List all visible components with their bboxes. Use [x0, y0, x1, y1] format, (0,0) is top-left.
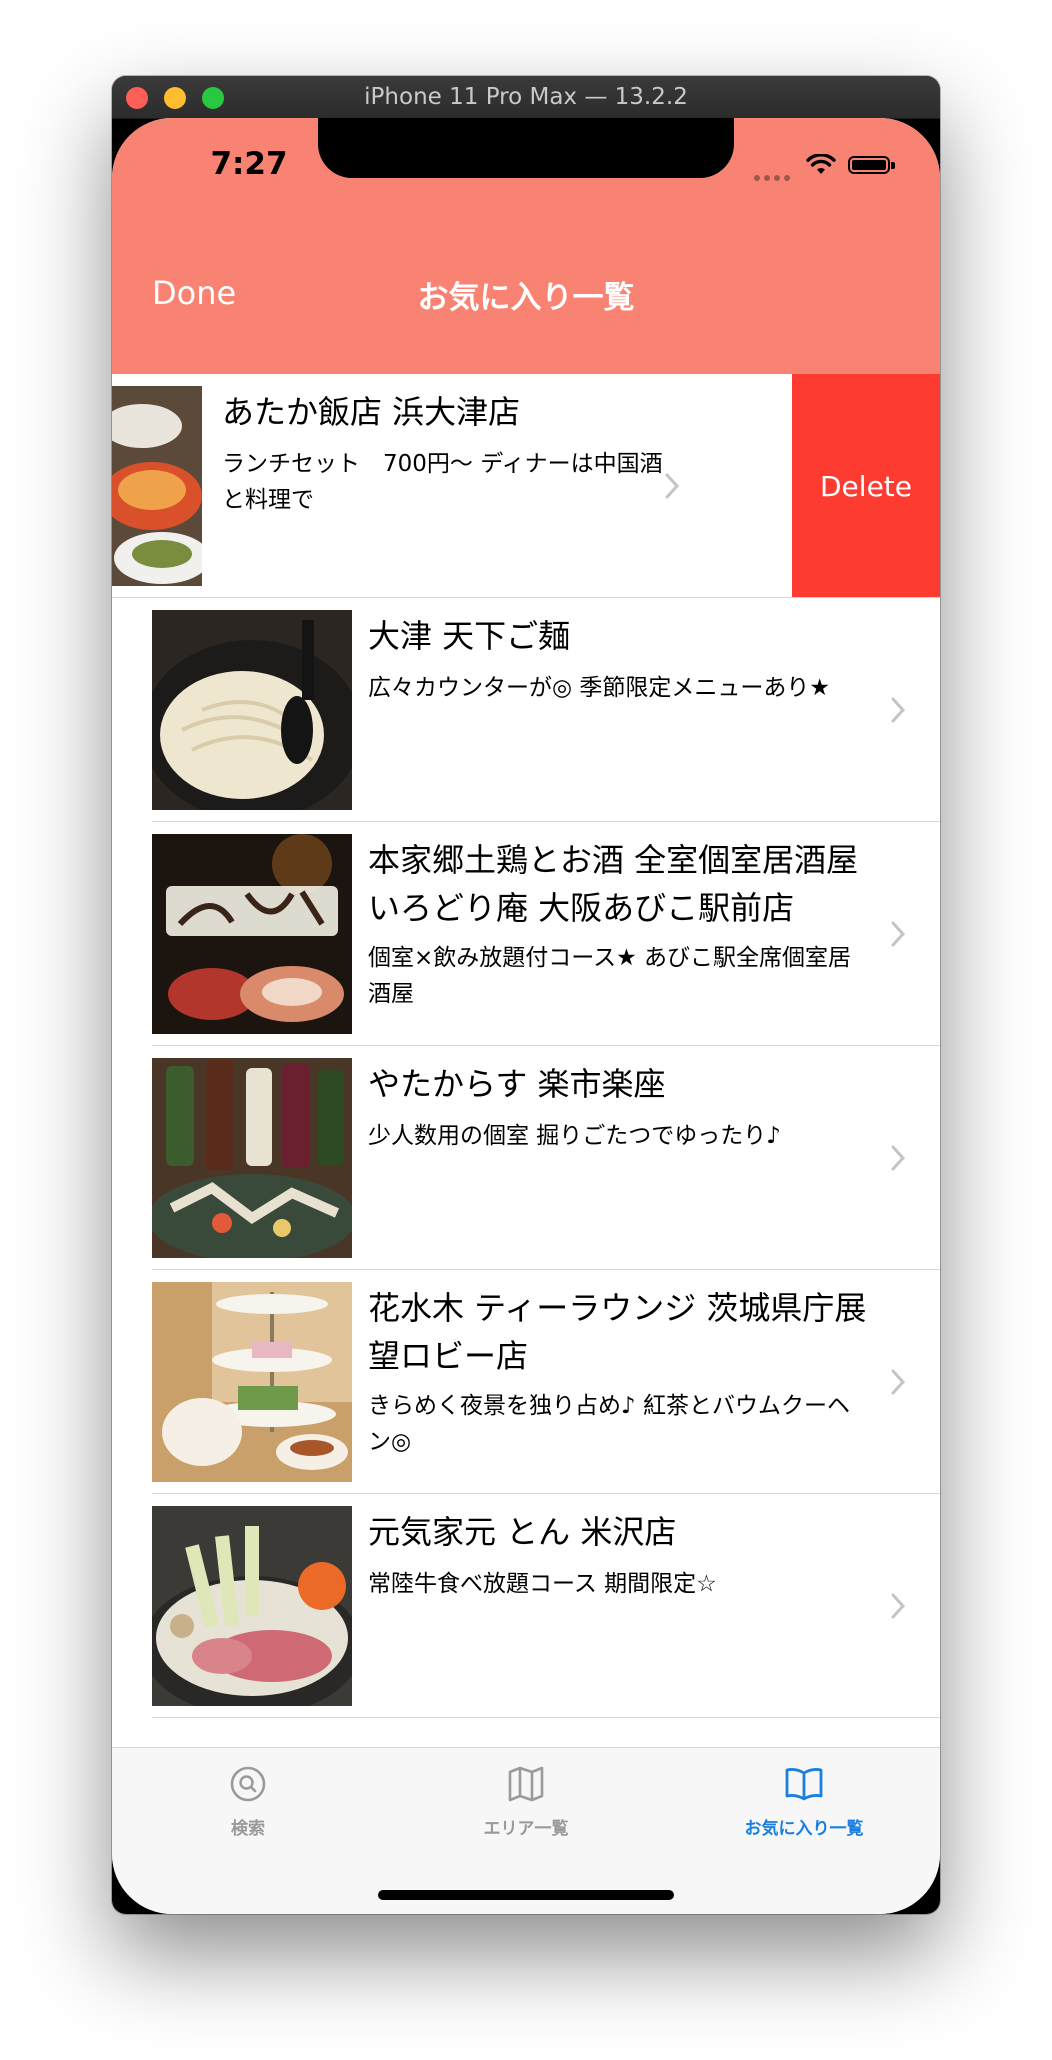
restaurant-description: 個室×飲み放題付コース★ あびこ駅全席個室居酒屋: [368, 945, 852, 1007]
chevron-right-icon: [891, 697, 906, 723]
page-title: お気に入り一覧: [417, 280, 635, 316]
list-item[interactable]: 花水木 ティーラウンジ 茨城県庁展望ロビー店 きらめく夜景を独り占め♪ 紅茶とバ…: [112, 1270, 940, 1494]
book-icon: [785, 1768, 823, 1801]
restaurant-thumbnail: [112, 386, 202, 586]
chevron-right-icon: [665, 473, 680, 499]
list-item[interactable]: 大津 天下ご麺 広々カウンターが◎ 季節限定メニューあり★: [112, 598, 940, 822]
tab-label: 検索: [231, 1819, 265, 1839]
status-time: 7:27: [210, 146, 288, 182]
list-item[interactable]: あたか飯店 浜大津店 ランチセット 700円〜 ディナーは中国酒と料理で Del…: [112, 374, 940, 598]
favorites-list: あたか飯店 浜大津店 ランチセット 700円〜 ディナーは中国酒と料理で Del…: [112, 374, 940, 1718]
restaurant-name: 元気家元 とん 米沢店: [368, 1513, 677, 1551]
restaurant-thumbnail: [152, 1282, 352, 1482]
tab-label: お気に入り一覧: [744, 1819, 864, 1839]
list-item[interactable]: 本家郷土鶏とお酒 全室個室居酒屋 いろどり庵 大阪あびこ駅前店 個室×飲み放題付…: [112, 822, 940, 1046]
restaurant-description: ランチセット 700円〜 ディナーは中国酒と料理で: [222, 451, 663, 513]
home-indicator[interactable]: [378, 1890, 674, 1900]
phone-screen: 7:27 Done お気に入り一覧 あたか飯店 浜大津店 ランチセット 700円…: [112, 118, 940, 1914]
simulator-window: iPhone 11 Pro Max — 13.2.2 7:27 Done お気に…: [112, 76, 940, 1914]
restaurant-name: 花水木 ティーラウンジ 茨城県庁展望ロビー店: [368, 1289, 867, 1375]
chevron-right-icon: [891, 921, 906, 947]
restaurant-description: 広々カウンターが◎ 季節限定メニューあり★: [368, 675, 830, 701]
window-titlebar: iPhone 11 Pro Max — 13.2.2: [112, 76, 940, 119]
wifi-icon: [806, 154, 836, 174]
tab-label: エリア一覧: [483, 1819, 569, 1839]
navigation-header: 7:27 Done お気に入り一覧: [112, 118, 940, 374]
tab-area-list[interactable]: エリア一覧: [426, 1764, 626, 1839]
list-item[interactable]: やたからす 楽市楽座 少人数用の個室 掘りごたつでゆったり♪: [112, 1046, 940, 1270]
restaurant-name: 本家郷土鶏とお酒 全室個室居酒屋 いろどり庵 大阪あびこ駅前店: [368, 841, 859, 927]
tab-favorites[interactable]: お気に入り一覧: [704, 1764, 904, 1839]
restaurant-name: あたか飯店 浜大津店: [222, 393, 521, 431]
restaurant-thumbnail: [152, 834, 352, 1034]
row-separator: [152, 1717, 940, 1718]
restaurant-description: 常陸牛食べ放題コース 期間限定☆: [368, 1571, 717, 1597]
restaurant-thumbnail: [152, 1506, 352, 1706]
battery-icon: [848, 156, 895, 174]
chevron-right-icon: [891, 1145, 906, 1171]
list-item[interactable]: 元気家元 とん 米沢店 常陸牛食べ放題コース 期間限定☆: [112, 1494, 940, 1718]
cellular-signal-icon: [750, 166, 790, 185]
map-icon: [508, 1766, 544, 1802]
search-icon: [230, 1766, 266, 1802]
restaurant-description: 少人数用の個室 掘りごたつでゆったり♪: [368, 1123, 781, 1149]
restaurant-name: やたからす 楽市楽座: [368, 1065, 666, 1103]
delete-button[interactable]: Delete: [792, 374, 940, 598]
tab-search[interactable]: 検索: [148, 1764, 348, 1839]
chevron-right-icon: [891, 1593, 906, 1619]
restaurant-thumbnail: [152, 1058, 352, 1258]
tab-bar: 検索 エリア一覧 お気に入り一覧: [112, 1747, 940, 1914]
chevron-right-icon: [891, 1369, 906, 1395]
restaurant-description: きらめく夜景を独り占め♪ 紅茶とバウムクーヘン◎: [368, 1393, 850, 1455]
restaurant-name: 大津 天下ご麺: [368, 617, 571, 655]
restaurant-thumbnail: [152, 610, 352, 810]
window-title: iPhone 11 Pro Max — 13.2.2: [364, 84, 688, 110]
notch: [318, 118, 734, 178]
